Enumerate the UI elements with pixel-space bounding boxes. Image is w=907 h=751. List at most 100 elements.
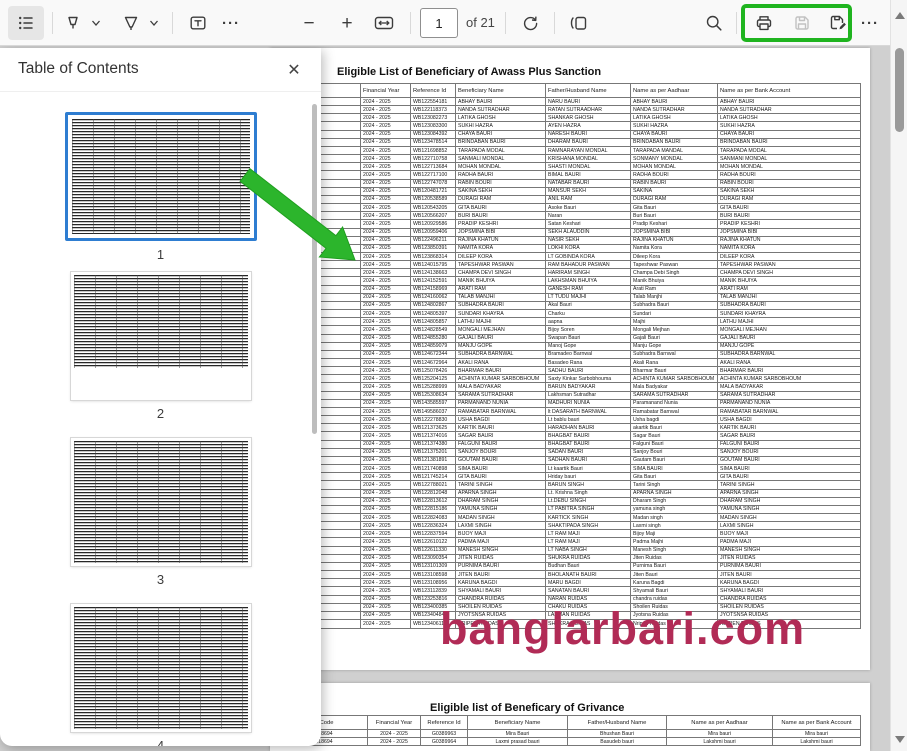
table-row: 3186932024 - 2025WB123253816CHANDRA RUID… xyxy=(271,595,861,603)
table-cell: Ramabatar Barnwal xyxy=(631,407,718,415)
table-cell: Budhan Bauri xyxy=(546,562,631,570)
table-row: 3186882024 - 2025WB124672964AKALI RANABa… xyxy=(271,359,861,367)
page-view-button[interactable] xyxy=(562,6,596,40)
pen-tool-button[interactable] xyxy=(58,6,88,40)
table-cell: WB122717100 xyxy=(411,171,456,179)
table-cell: RAJINA KHATUN xyxy=(631,236,718,244)
table-cell: WB124855280 xyxy=(411,334,456,342)
table-cell: Bijoy Maji xyxy=(631,530,718,538)
add-text-button[interactable] xyxy=(182,6,214,40)
table-cell: APARNA SINGH xyxy=(456,489,546,497)
print-button[interactable] xyxy=(748,6,780,40)
search-button[interactable] xyxy=(698,6,730,40)
table-cell: LATIKA GHOSH xyxy=(718,114,861,122)
table-cell: Manesh Singh xyxy=(631,546,718,554)
thumbnail-preview xyxy=(74,441,248,563)
page-thumbnail[interactable] xyxy=(71,604,251,732)
table-row: 3186882024 - 2025WB120543205GITA BAURIAs… xyxy=(271,204,861,212)
table-row: 3186882024 - 2025WB124160062TALAB MANJHI… xyxy=(271,293,861,301)
table-cell: 2024 - 2025 xyxy=(361,603,411,611)
table-cell: 2024 - 2025 xyxy=(361,546,411,554)
scrollbar-thumb[interactable] xyxy=(895,48,904,132)
table-cell: SEKH ALAUDDIN xyxy=(546,228,631,236)
table-cell: Madan singh xyxy=(631,513,718,521)
pen-menu-button[interactable] xyxy=(86,6,106,40)
table-cell: TALAB MANJHI xyxy=(718,293,861,301)
table-cell: 2024 - 2025 xyxy=(368,738,421,746)
panel-scrollbar[interactable] xyxy=(312,104,317,434)
table-cell: WB121373625 xyxy=(411,424,456,432)
table-row: 86732024 - 2025WB123084392CHAYA BAURINAR… xyxy=(271,130,861,138)
rotate-button[interactable] xyxy=(514,6,546,40)
thumbnail-item-2[interactable]: 2 xyxy=(0,272,321,421)
table-cell: WB123478514 xyxy=(411,138,456,146)
table-cell: 2024 - 2025 xyxy=(361,163,411,171)
table-cell: Bhushan Bauri xyxy=(568,730,667,738)
table-cell: 2024 - 2025 xyxy=(361,424,411,432)
table-cell: SHANKAR GHOSH xyxy=(546,114,631,122)
table-cell: TARINI SINGH xyxy=(718,481,861,489)
table-cell: WB121745214 xyxy=(411,473,456,481)
table-cell: DURAGI RAM xyxy=(456,195,546,203)
highlighter-tool-button[interactable] xyxy=(116,6,146,40)
table-row: 3186882024 - 2025WB125204125ACHINTA KUMA… xyxy=(271,375,861,383)
table-cell: MADAN SINGH xyxy=(456,513,546,521)
table-cell: 2024 - 2025 xyxy=(361,244,411,252)
table-of-contents-button[interactable] xyxy=(8,6,44,40)
fit-to-width-button[interactable] xyxy=(368,6,400,40)
table-cell: SANJOY BOURI xyxy=(718,448,861,456)
table-cell: SANMALI MONDAL xyxy=(456,155,546,163)
table-cell: Mira bauri xyxy=(773,730,861,738)
table-cell: WB123108956 xyxy=(411,579,456,587)
table-cell: RATAN SUTRAADHAR xyxy=(546,106,631,114)
thumbnail-item-3[interactable]: 3 xyxy=(0,438,321,587)
table-cell: 2024 - 2025 xyxy=(361,416,411,424)
thumbnail-item-1[interactable]: 1 xyxy=(0,112,321,262)
table-cell: HARADHAN BAURI xyxy=(546,424,631,432)
table-cell: LT RAM MAJI xyxy=(546,538,631,546)
table-cell: MALA BADYAKAR xyxy=(456,383,546,391)
table-cell: 2024 - 2025 xyxy=(361,432,411,440)
table-cell: 2024 - 2025 xyxy=(361,277,411,285)
page-thumbnail[interactable] xyxy=(71,438,251,566)
table-cell: RAMABATAR BARNWAL xyxy=(718,407,861,415)
zoom-out-button[interactable]: − xyxy=(294,6,324,40)
close-panel-button[interactable]: ✕ xyxy=(283,59,305,81)
table-row: 86732024 - 2025WB123478514BRINDABAN BAUR… xyxy=(271,138,861,146)
table-cell: GAJALI BAURI xyxy=(718,334,861,342)
scroll-down-icon[interactable] xyxy=(895,736,905,743)
scroll-up-icon[interactable] xyxy=(895,12,905,19)
table-cell: BHARMAR BAURI xyxy=(718,367,861,375)
table-cell: 2024 - 2025 xyxy=(361,269,411,277)
table-cell: TARINI SINGH xyxy=(456,481,546,489)
save-button[interactable] xyxy=(786,6,818,40)
more-tools-button[interactable]: ··· xyxy=(216,6,246,40)
table-cell: SADAN BAURI xyxy=(546,448,631,456)
thumbnail-item-4[interactable]: 4 xyxy=(0,604,321,746)
table-cell: BHOLANATH BAURI xyxy=(546,571,631,579)
page-number-input[interactable] xyxy=(420,8,458,38)
table-cell: USHA BAGDI xyxy=(718,416,861,424)
table-row: |3186912024 - 2025WB122747078RABIN BOURI… xyxy=(271,179,861,187)
page-thumbnail[interactable] xyxy=(71,272,251,400)
fit-to-width-icon xyxy=(373,13,395,33)
table-cell: 2024 - 2025 xyxy=(361,252,411,260)
table-cell: WB122836324 xyxy=(411,522,456,530)
table-cell: WB123084392 xyxy=(411,130,456,138)
table-cell: PRADIP KESHRI xyxy=(718,220,861,228)
table-cell: USHA BAGDI xyxy=(456,416,546,424)
zoom-in-button[interactable]: + xyxy=(332,6,362,40)
more-options-button[interactable]: ··· xyxy=(856,6,884,40)
table-cell: Falguni Bauri xyxy=(631,440,718,448)
table-cell: GITA BAURI xyxy=(718,473,861,481)
table-cell: 2024 - 2025 xyxy=(361,261,411,269)
save-as-button[interactable] xyxy=(822,6,854,40)
table-cell: LATIKA GHOSH xyxy=(456,114,546,122)
highlighter-menu-button[interactable] xyxy=(144,6,164,40)
table-cell: Mira Bauri xyxy=(468,730,568,738)
window-scrollbar[interactable] xyxy=(890,0,907,751)
page-thumbnail-selected[interactable] xyxy=(65,112,257,241)
thumbnail-label: 2 xyxy=(0,406,321,421)
table-cell: WB122610122 xyxy=(411,538,456,546)
table-row: 3186932024 - 2025WB123112839SHYAMALI BAU… xyxy=(271,587,861,595)
